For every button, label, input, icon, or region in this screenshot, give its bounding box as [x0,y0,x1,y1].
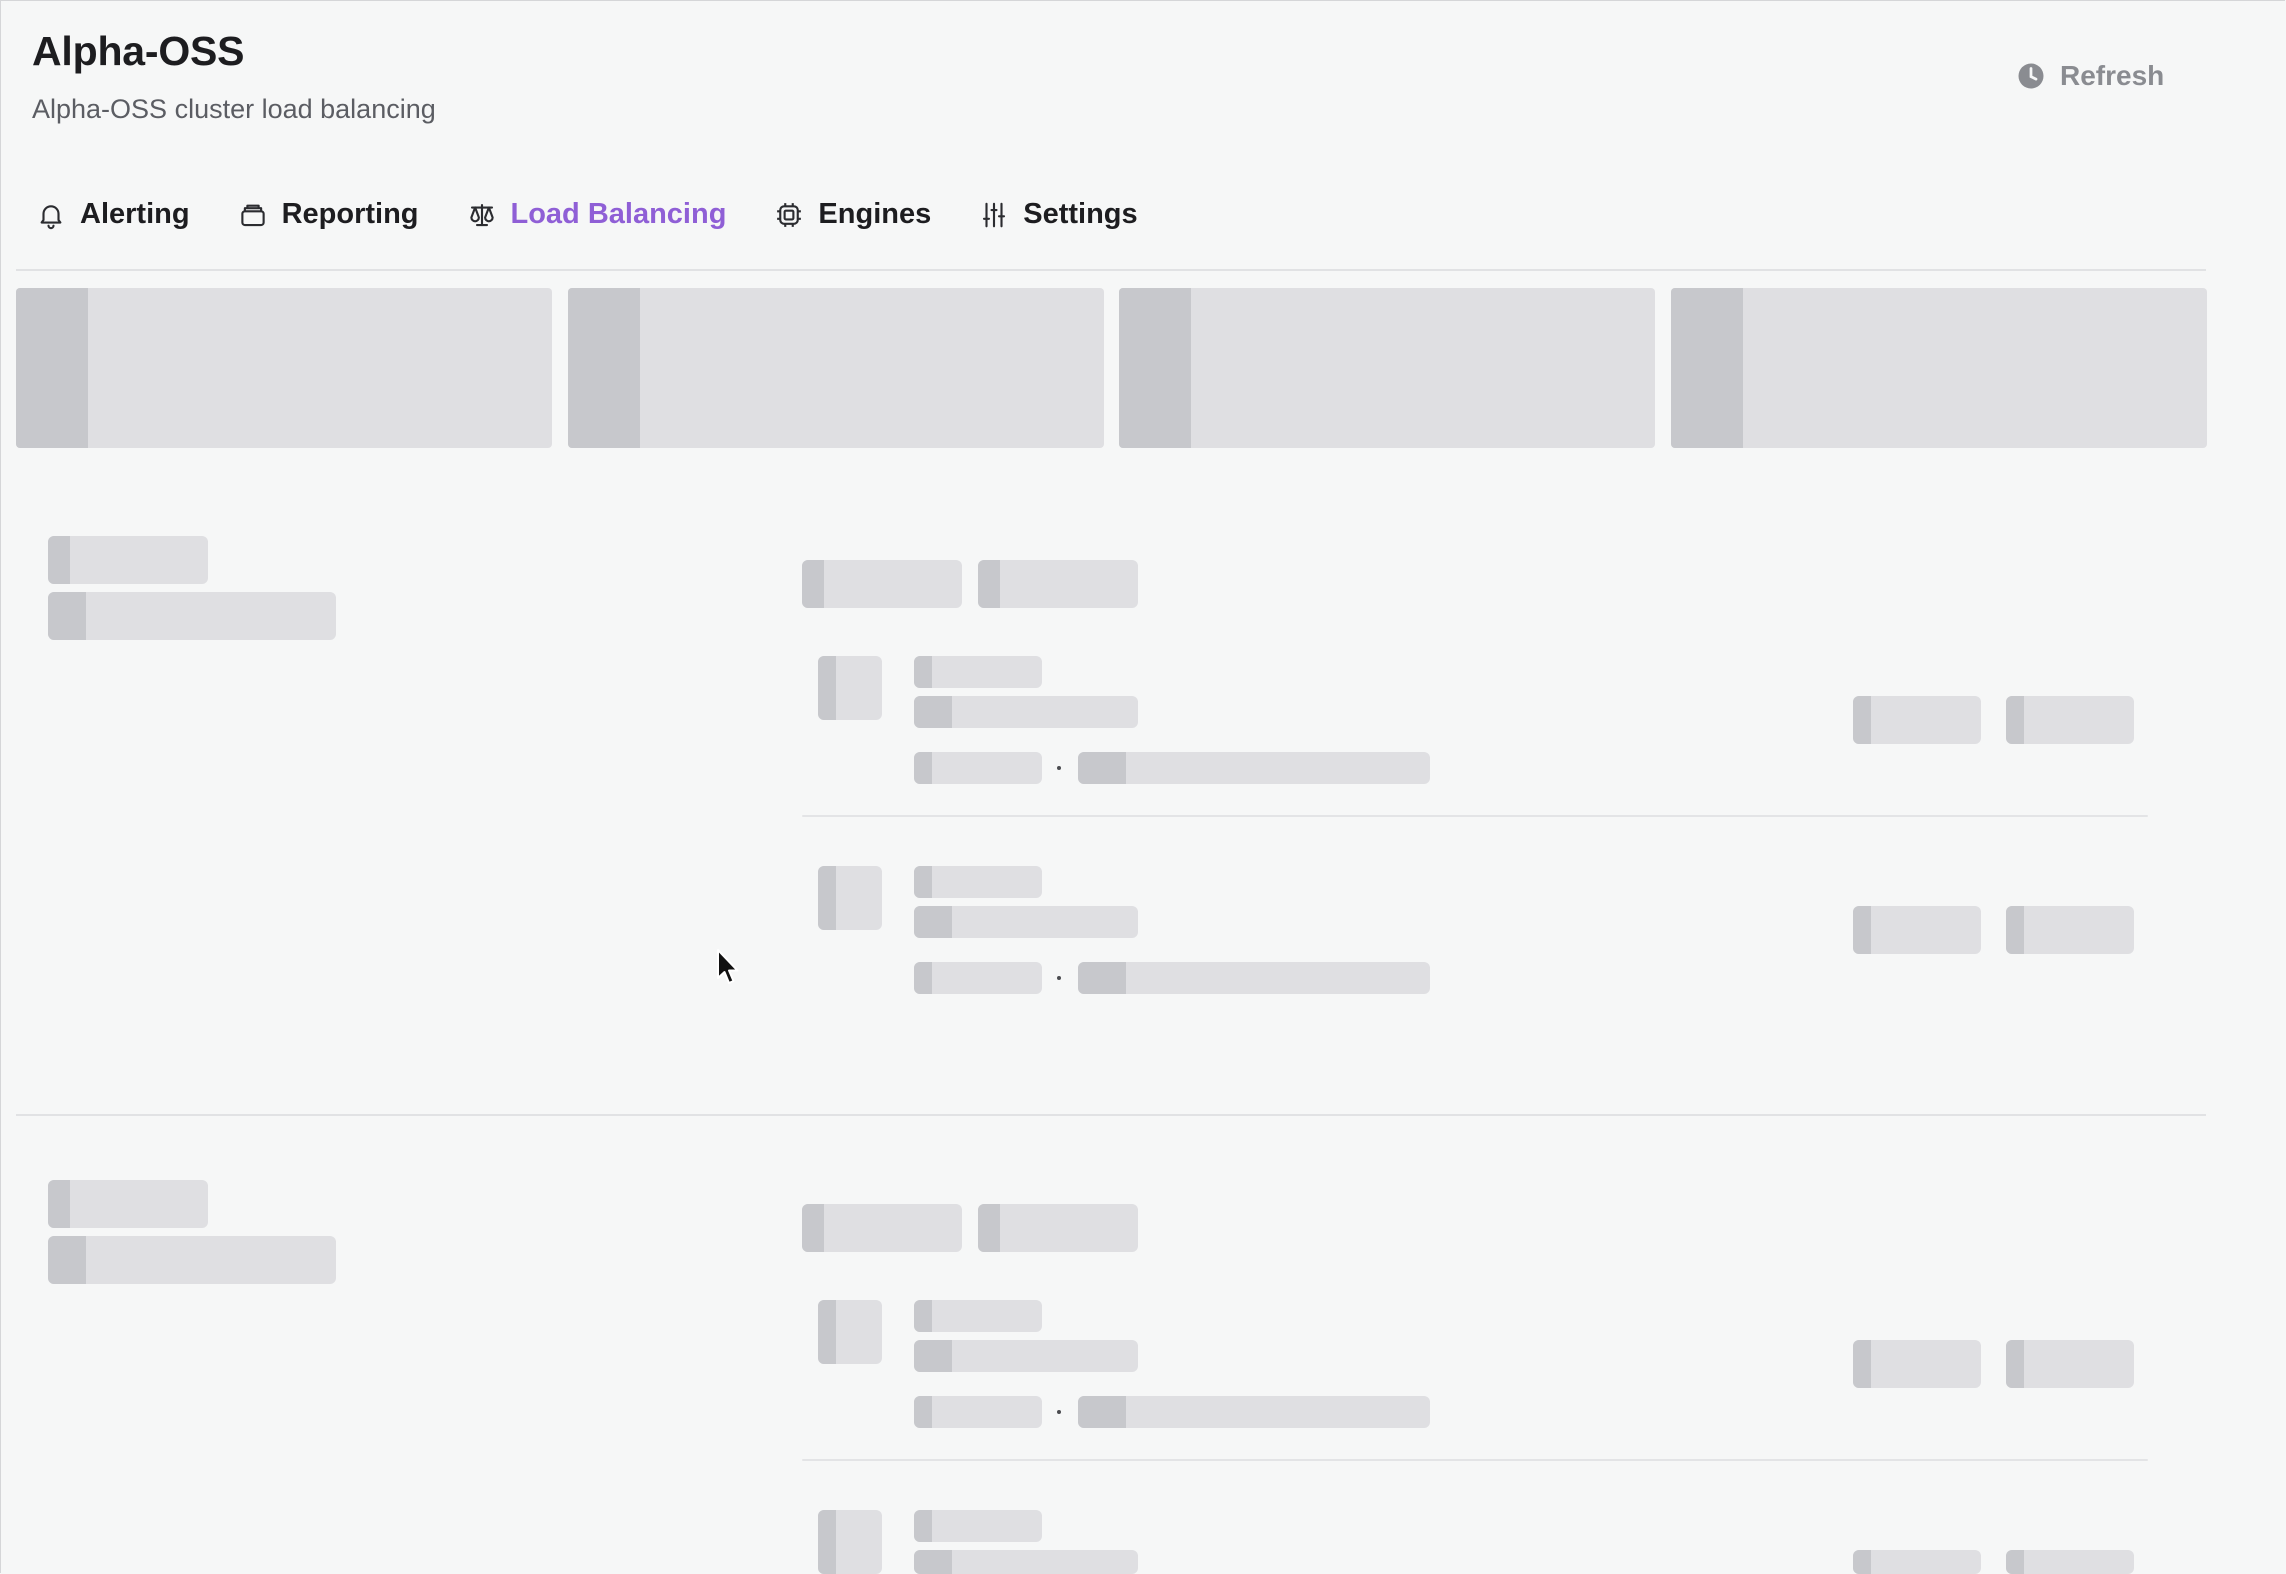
row-meta-skeleton [914,962,1042,994]
row-meta-skeleton [914,752,1042,784]
row-action-skeleton [1853,906,1981,954]
cpu-icon [774,200,804,230]
stat-card-skeleton [1671,288,2207,448]
section-title-skeleton [48,536,208,584]
clock-icon [2016,61,2046,91]
stat-card-skeleton [568,288,1104,448]
mouse-cursor-icon [717,949,739,984]
tab-alerting[interactable]: Alerting [36,198,190,231]
refresh-button[interactable]: Refresh [2016,60,2164,92]
row-icon-skeleton [818,1300,882,1364]
row-title-skeleton [914,1300,1042,1332]
row-subtitle-skeleton [914,906,1138,938]
app-window [0,0,2285,1573]
row-meta-skeleton [1078,752,1430,784]
filter-chip-skeleton [802,560,962,608]
tab-settings[interactable]: Settings [979,198,1138,231]
scale-icon [467,200,497,230]
row-subtitle-skeleton [914,696,1138,728]
row-title-skeleton [914,866,1042,898]
row-divider [802,1459,2148,1461]
row-action-skeleton [1853,696,1981,744]
row-icon-skeleton [818,656,882,720]
row-meta-skeleton [1078,962,1430,994]
row-divider [802,815,2148,817]
tab-label: Settings [1023,198,1138,230]
tab-divider [16,269,2206,271]
separator-dot [1057,1410,1061,1414]
section-subtitle-skeleton [48,592,336,640]
stat-card-skeleton [16,288,552,448]
bell-icon [36,200,66,230]
refresh-label: Refresh [2060,60,2165,91]
separator-dot [1057,976,1061,980]
page-subtitle: Alpha-OSS cluster load balancing [32,94,436,124]
tab-reporting[interactable]: Reporting [238,198,419,231]
row-action-skeleton [2006,906,2134,954]
filter-chip-skeleton [802,1204,962,1252]
row-title-skeleton [914,1510,1042,1542]
separator-dot [1057,766,1061,770]
row-action-skeleton [1853,1340,1981,1388]
section-subtitle-skeleton [48,1236,336,1284]
filter-chip-skeleton [978,560,1138,608]
section-title-skeleton [48,1180,208,1228]
row-subtitle-skeleton [914,1550,1138,1574]
row-action-skeleton [2006,1340,2134,1388]
tab-label: Reporting [281,198,419,230]
row-title-skeleton [914,656,1042,688]
tab-label: Alerting [80,198,190,230]
archive-icon [238,200,268,230]
tab-load-balancing[interactable]: Load Balancing [467,198,727,231]
section-divider [16,1114,2206,1116]
sliders-icon [979,200,1009,230]
row-icon-skeleton [818,1510,882,1574]
row-meta-skeleton [914,1396,1042,1428]
tab-bar: Alerting Reporting Load Balancing Engine… [36,198,1186,231]
row-subtitle-skeleton [914,1340,1138,1372]
row-icon-skeleton [818,866,882,930]
row-action-skeleton [2006,696,2134,744]
page-title: Alpha-OSS [32,28,245,74]
tab-label: Load Balancing [510,198,727,230]
filter-chip-skeleton [978,1204,1138,1252]
row-meta-skeleton [1078,1396,1430,1428]
stat-card-skeleton [1119,288,1655,448]
row-action-skeleton [2006,1550,2134,1574]
tab-label: Engines [818,198,932,230]
row-action-skeleton [1853,1550,1981,1574]
tab-engines[interactable]: Engines [774,198,931,231]
